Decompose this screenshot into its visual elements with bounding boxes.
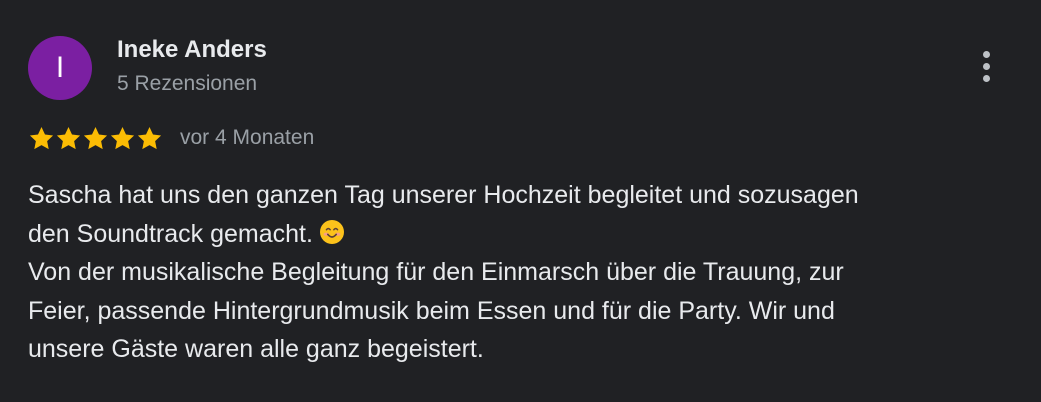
review-line: Von der musikalische Begleitung für den … — [28, 258, 844, 286]
review-line: Sascha hat uns den ganzen Tag unserer Ho… — [28, 181, 859, 209]
star-icon — [110, 126, 135, 149]
star-icon — [29, 126, 54, 149]
avatar[interactable]: I — [28, 36, 92, 100]
smiling-face-emoji-icon — [319, 219, 344, 244]
star-icon — [137, 126, 162, 149]
review-card: I Ineke Anders 5 Rezensionen vor 4 Monat… — [0, 0, 1041, 402]
star-icon — [83, 126, 108, 149]
review-line: unsere Gäste waren alle ganz begeistert. — [28, 335, 484, 363]
review-line: den Soundtrack gemacht. — [28, 219, 313, 248]
star-rating — [28, 125, 163, 152]
star-icon — [56, 126, 81, 149]
more-options-button[interactable] — [970, 46, 1002, 86]
more-vert-icon-dot — [982, 74, 990, 82]
more-vert-icon-dot — [982, 62, 990, 70]
review-line: Feier, passende Hintergrundmusik beim Es… — [28, 296, 835, 325]
rating-row: vor 4 Monaten — [28, 124, 314, 152]
review-timestamp: vor 4 Monaten — [180, 126, 315, 149]
review-line-with-emoji: den Soundtrack gemacht. — [28, 215, 1018, 254]
more-vert-icon — [982, 50, 990, 58]
author-name[interactable]: Ineke Anders — [117, 36, 267, 64]
avatar-initial: I — [55, 51, 65, 84]
author-review-count[interactable]: 5 Rezensionen — [117, 72, 257, 96]
review-text: Sascha hat uns den ganzen Tag unserer Ho… — [28, 176, 1018, 369]
